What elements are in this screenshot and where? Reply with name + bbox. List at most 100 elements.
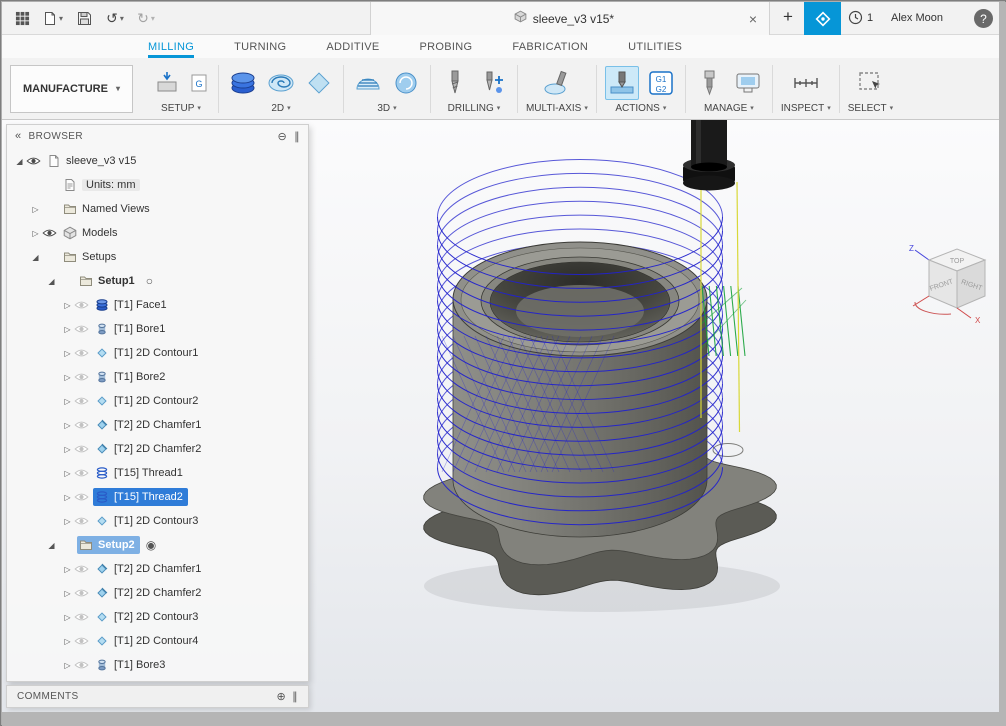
expander-open-icon[interactable]: ◢: [45, 541, 58, 550]
tree-item[interactable]: ▷[T2] 2D Chamfer2: [7, 437, 308, 461]
comments-bar[interactable]: COMMENTS ⊕ ∥: [6, 685, 309, 708]
workspace-selector[interactable]: MANUFACTURE ▾: [10, 65, 133, 113]
add-comment-icon[interactable]: ⊕: [276, 690, 286, 703]
expander-closed-icon[interactable]: ▷: [61, 373, 74, 382]
measure-icon[interactable]: [790, 67, 822, 99]
tree-item[interactable]: ▷[T1] Bore1: [7, 317, 308, 341]
expander-open-icon[interactable]: ◢: [13, 157, 26, 166]
visibility-eye-icon[interactable]: [74, 612, 93, 622]
visibility-eye-icon[interactable]: [74, 420, 93, 430]
notifications-button[interactable]: 1: [848, 10, 873, 25]
tree-item[interactable]: ▷[T2] 2D Contour3: [7, 605, 308, 629]
user-menu[interactable]: Alex Moon: [891, 12, 943, 24]
collapse-panel-icon[interactable]: «: [15, 130, 22, 142]
toolbar-group-label[interactable]: SELECT▾: [848, 103, 893, 114]
visibility-eye-icon[interactable]: [74, 300, 93, 310]
tree-item[interactable]: ▷[T1] 2D Contour3: [7, 509, 308, 533]
expander-closed-icon[interactable]: ▷: [61, 397, 74, 406]
visibility-eye-icon[interactable]: [74, 516, 93, 526]
ribbon-tab-milling[interactable]: MILLING: [148, 41, 194, 58]
tool-library-icon[interactable]: [694, 67, 726, 99]
visibility-eye-icon[interactable]: [74, 324, 93, 334]
tree-item[interactable]: Units: mm: [7, 173, 308, 197]
toolbar-group-label[interactable]: ACTIONS▾: [615, 103, 666, 114]
expander-closed-icon[interactable]: ▷: [61, 469, 74, 478]
tree-item[interactable]: ◢Setup1○: [7, 269, 308, 293]
tree-item[interactable]: ▷[T1] Bore3: [7, 653, 308, 677]
visibility-eye-icon[interactable]: [74, 468, 93, 478]
machine-library-icon[interactable]: [732, 67, 764, 99]
toolbar-group-label[interactable]: INSPECT▾: [781, 103, 831, 114]
expander-closed-icon[interactable]: ▷: [61, 421, 74, 430]
tree-item[interactable]: ▷[T1] Bore2: [7, 365, 308, 389]
visibility-eye-icon[interactable]: [42, 228, 61, 238]
ribbon-tab-utilities[interactable]: UTILITIES: [628, 41, 682, 58]
ribbon-tab-fabrication[interactable]: FABRICATION: [512, 41, 588, 58]
expander-closed-icon[interactable]: ▷: [61, 445, 74, 454]
expander-closed-icon[interactable]: ▷: [61, 517, 74, 526]
save-button[interactable]: [72, 6, 96, 32]
visibility-eye-icon[interactable]: [74, 636, 93, 646]
visibility-eye-icon[interactable]: [74, 564, 93, 574]
select-icon[interactable]: [854, 67, 886, 99]
setup-icon[interactable]: [152, 68, 182, 98]
post-icon[interactable]: G1G2: [645, 67, 677, 99]
view-cube[interactable]: Z TOP FRONT RIGHT X: [895, 242, 999, 346]
ribbon-tab-probing[interactable]: PROBING: [419, 41, 472, 58]
tree-item[interactable]: ▷[T1] 2D Contour4: [7, 629, 308, 653]
visibility-eye-icon[interactable]: [74, 348, 93, 358]
setup-marker-icon[interactable]: ○: [146, 274, 153, 288]
document-tab[interactable]: sleeve_v3 v15* ×: [370, 2, 770, 35]
expander-closed-icon[interactable]: ▷: [61, 613, 74, 622]
tree-item[interactable]: ▷Models: [7, 221, 308, 245]
2d-face-icon[interactable]: [265, 67, 297, 99]
tree-item[interactable]: ◢Setups: [7, 245, 308, 269]
multi-axis-icon[interactable]: [541, 67, 573, 99]
visibility-eye-icon[interactable]: [74, 492, 93, 502]
extensions-button[interactable]: [804, 2, 841, 35]
expander-closed-icon[interactable]: ▷: [61, 325, 74, 334]
tree-item[interactable]: ▷[T2] 2D Chamfer2: [7, 581, 308, 605]
minimize-panel-icon[interactable]: ⊖: [277, 130, 287, 143]
ribbon-tab-additive[interactable]: ADDITIVE: [326, 41, 379, 58]
tree-item[interactable]: ▷[T2] 2D Chamfer1: [7, 413, 308, 437]
app-grid-icon[interactable]: [10, 6, 34, 32]
expander-closed-icon[interactable]: ▷: [61, 637, 74, 646]
simulate-icon[interactable]: [605, 66, 639, 100]
toolbar-group-label[interactable]: MULTI-AXIS▾: [526, 103, 588, 114]
tree-item[interactable]: ◢Setup2◉: [7, 533, 308, 557]
post-process-icon[interactable]: G: [188, 72, 210, 94]
close-tab-icon[interactable]: ×: [747, 11, 759, 27]
drill-icon[interactable]: [439, 67, 471, 99]
expander-closed-icon[interactable]: ▷: [29, 229, 42, 238]
visibility-eye-icon[interactable]: [26, 156, 45, 166]
expander-open-icon[interactable]: ◢: [29, 253, 42, 262]
expander-closed-icon[interactable]: ▷: [61, 493, 74, 502]
expander-closed-icon[interactable]: ▷: [29, 205, 42, 214]
toolbar-group-label[interactable]: SETUP▾: [161, 103, 201, 114]
3d-parallel-icon[interactable]: [352, 67, 384, 99]
visibility-eye-icon[interactable]: [74, 396, 93, 406]
tree-item[interactable]: ◢sleeve_v3 v15: [7, 149, 308, 173]
visibility-eye-icon[interactable]: [74, 660, 93, 670]
help-button[interactable]: ?: [974, 9, 993, 28]
toolbar-group-label[interactable]: DRILLING▾: [448, 103, 501, 114]
expander-closed-icon[interactable]: ▷: [61, 565, 74, 574]
tree-item[interactable]: ▷[T15] Thread2: [7, 485, 308, 509]
visibility-eye-icon[interactable]: [74, 372, 93, 382]
active-setup-marker-icon[interactable]: ◉: [146, 538, 156, 552]
toolbar-group-label[interactable]: MANAGE▾: [704, 103, 754, 114]
2d-adaptive-icon[interactable]: [227, 67, 259, 99]
tree-item[interactable]: ▷[T1] Face1: [7, 293, 308, 317]
expander-closed-icon[interactable]: ▷: [61, 301, 74, 310]
tree-item[interactable]: ▷[T15] Thread1: [7, 461, 308, 485]
toolbar-group-label[interactable]: 3D▾: [377, 103, 396, 114]
toolbar-group-label[interactable]: 2D▾: [271, 103, 290, 114]
redo-button[interactable]: ↻▾: [134, 6, 158, 32]
expander-closed-icon[interactable]: ▷: [61, 589, 74, 598]
expander-closed-icon[interactable]: ▷: [61, 349, 74, 358]
file-menu-button[interactable]: ▾: [41, 6, 65, 32]
tree-item[interactable]: ▷[T2] 2D Chamfer1: [7, 557, 308, 581]
drill-pattern-icon[interactable]: [477, 67, 509, 99]
3d-spiral-icon[interactable]: [390, 67, 422, 99]
